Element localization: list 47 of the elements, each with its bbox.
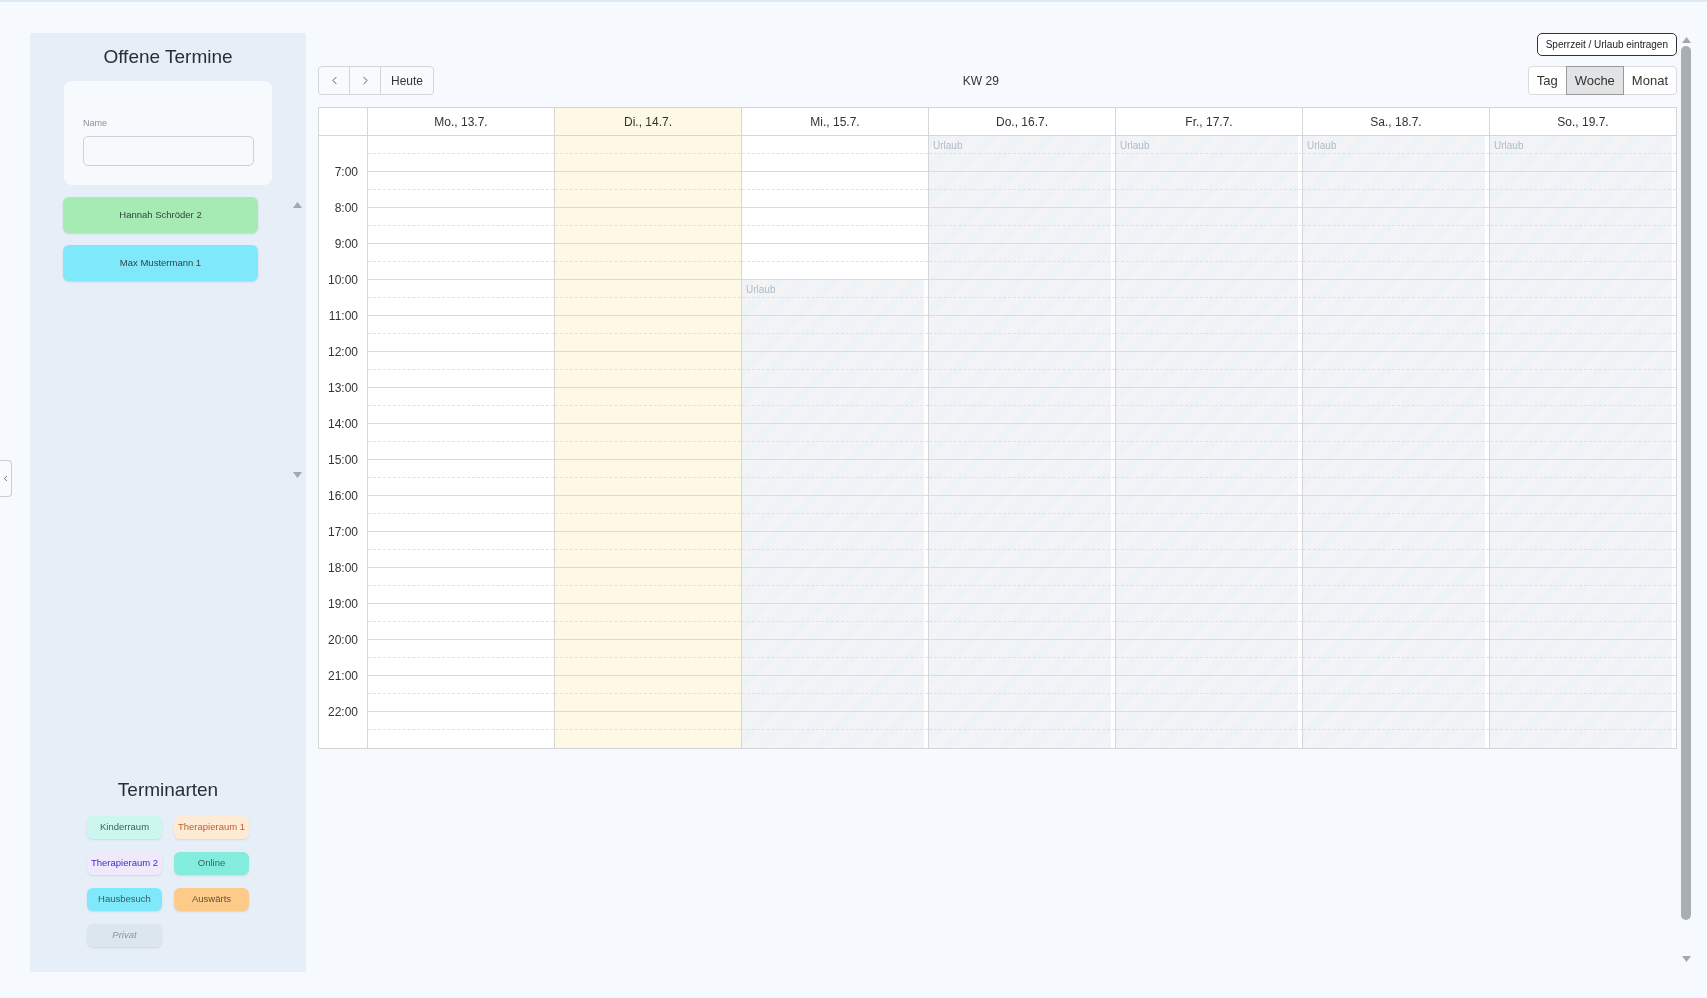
blocked-period-label: Urlaub — [746, 284, 776, 296]
chevron-left-icon — [1, 474, 10, 483]
appointment-card[interactable]: Hannah Schröder 2 — [63, 197, 258, 233]
view-tab[interactable]: Monat — [1622, 66, 1677, 95]
time-label: 22:00 — [327, 705, 358, 719]
time-label: 18:00 — [327, 561, 358, 575]
scroll-up-icon[interactable] — [293, 202, 302, 208]
name-label: Name — [83, 118, 107, 129]
view-tab[interactable]: Woche — [1565, 66, 1624, 95]
time-label: 8:00 — [334, 201, 358, 215]
appointment-type-tag: Kinderraum — [87, 816, 162, 839]
appointment-type-tag: Therapieraum 1 — [174, 816, 249, 839]
time-label: 17:00 — [327, 525, 358, 539]
appointment-type-tag: Therapieraum 2 — [87, 852, 162, 875]
blocked-period-label: Urlaub — [933, 140, 963, 152]
legend-title: Terminarten — [117, 778, 219, 801]
appointment-type-tag: Auswärts — [174, 888, 249, 911]
day-header: Di., 14.7. — [555, 108, 742, 135]
time-label: 16:00 — [327, 489, 358, 503]
name-field[interactable] — [83, 136, 254, 166]
scrollbar[interactable] — [1681, 46, 1691, 920]
appointment-type-tag: Privat — [87, 924, 162, 947]
collapse-sidebar-button[interactable] — [0, 460, 12, 497]
blocked-period-label: Urlaub — [1120, 140, 1150, 152]
view-tab[interactable]: Tag — [1527, 66, 1567, 95]
time-label: 11:00 — [328, 309, 358, 323]
time-label: 19:00 — [327, 597, 358, 611]
blocked-period-label: Urlaub — [1307, 140, 1337, 152]
scroll-up-icon[interactable] — [1681, 37, 1691, 43]
sidebar-title: Offene Termine — [103, 45, 233, 68]
appointment-type-tag: Hausbesuch — [87, 888, 162, 911]
time-label: 21:00 — [327, 669, 358, 683]
appointment-type-tag: Online — [174, 852, 249, 875]
time-label: 13:00 — [327, 381, 358, 395]
scroll-down-icon[interactable] — [1681, 956, 1691, 962]
time-label: 7:00 — [334, 165, 358, 179]
blocked-period-label: Urlaub — [1494, 140, 1524, 152]
appointment-card[interactable]: Max Mustermann 1 — [63, 245, 258, 281]
time-label: 14:00 — [327, 417, 358, 431]
block-time-button[interactable]: Sperrzeit / Urlaub eintragen — [1536, 33, 1677, 56]
time-label: 20:00 — [327, 633, 358, 647]
time-label: 9:00 — [334, 237, 358, 251]
scroll-down-icon[interactable] — [293, 472, 302, 478]
time-label: 10:00 — [327, 273, 358, 287]
time-label: 15:00 — [327, 453, 358, 467]
time-label: 12:00 — [327, 345, 358, 359]
week-number-label: KW 29 — [962, 72, 999, 90]
